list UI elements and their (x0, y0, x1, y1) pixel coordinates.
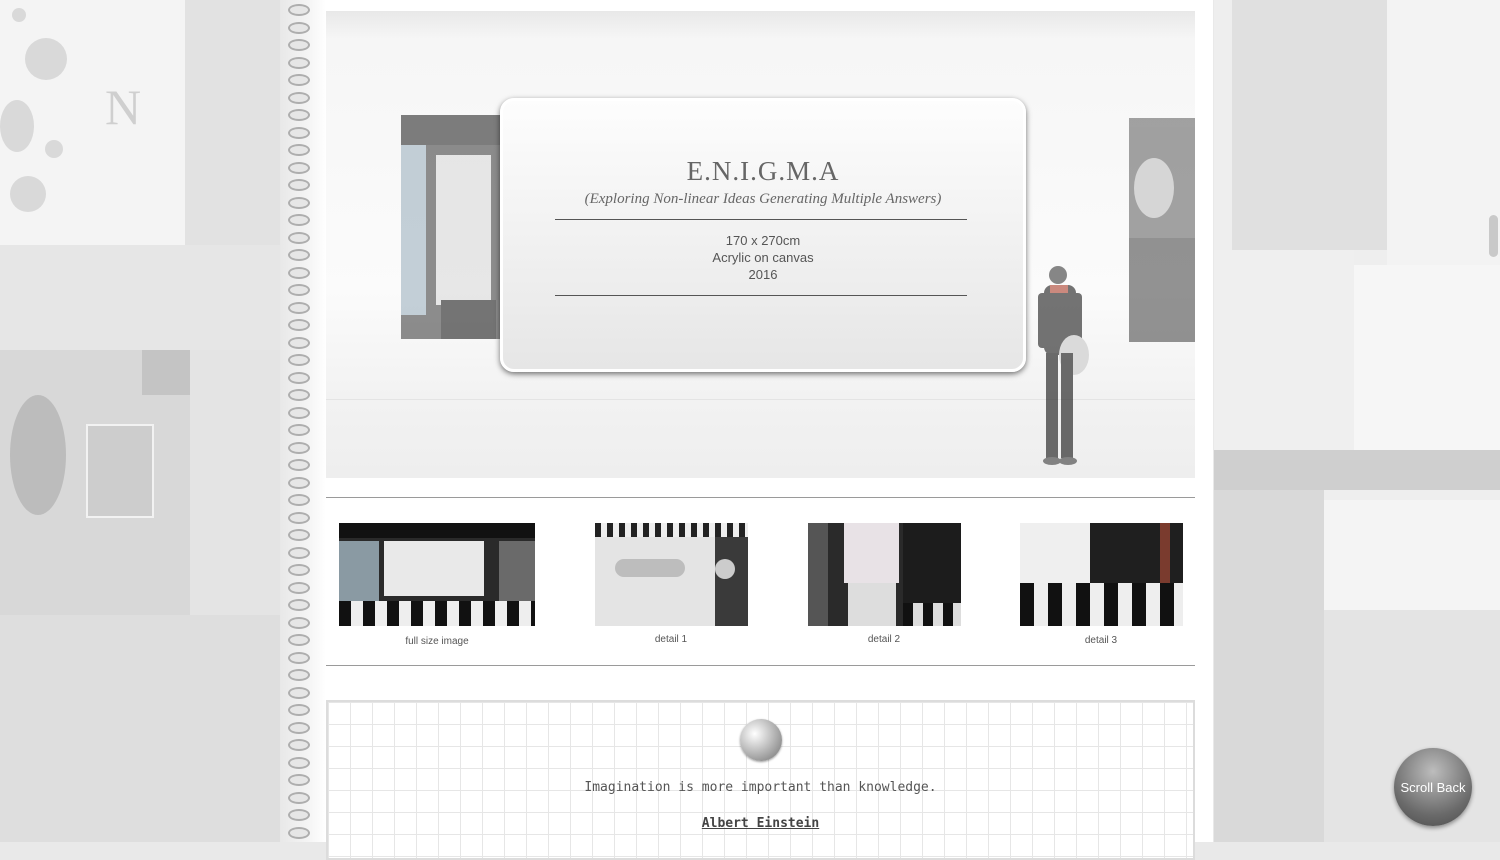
caption-detail-3: detail 3 (1084, 635, 1118, 646)
main-content-page: E.N.I.G.M.A (Exploring Non-linear Ideas … (326, 0, 1213, 860)
binding-ring (288, 336, 310, 349)
binding-ring (288, 581, 310, 594)
thumbnail-detail-2[interactable] (808, 523, 961, 626)
gallery-hero-image: E.N.I.G.M.A (Exploring Non-linear Ideas … (326, 11, 1195, 478)
binding-ring (288, 126, 310, 139)
binding-ring (288, 161, 310, 174)
disco-ball-icon (740, 719, 782, 761)
artwork-year: 2016 (748, 267, 778, 282)
caption-detail-1: detail 1 (654, 634, 688, 645)
binding-ring (288, 826, 310, 839)
quote-text: Imagination is more important than knowl… (584, 780, 937, 795)
binding-ring (288, 774, 310, 786)
card-divider-top (555, 219, 967, 220)
scroll-back-button[interactable]: Scroll Back (1394, 748, 1472, 826)
binding-ring (288, 441, 310, 454)
card-divider-bottom (555, 295, 967, 296)
binding-ring (288, 459, 310, 471)
wall-painting-right (1129, 118, 1195, 342)
binding-ring (288, 756, 310, 769)
divider-top (326, 497, 1195, 498)
binding-ring (288, 196, 310, 209)
artwork-dimensions: 170 x 270cm (725, 233, 801, 248)
binding-ring (288, 389, 310, 401)
divider-bottom (326, 665, 1195, 666)
binding-ring (288, 406, 310, 419)
wall-painting-left (401, 115, 501, 339)
thumbnail-detail-3[interactable] (1020, 523, 1183, 626)
binding-ring (288, 354, 310, 366)
binding-ring (288, 4, 310, 16)
binding-ring (288, 494, 310, 506)
binding-ring (288, 179, 310, 191)
visitor-figure-image (1038, 266, 1089, 465)
binding-ring (288, 686, 310, 699)
binding-ring (288, 529, 310, 541)
binding-ring (288, 56, 310, 69)
binding-ring (288, 721, 310, 734)
binding-ring (288, 109, 310, 121)
artwork-info-card: E.N.I.G.M.A (Exploring Non-linear Ideas … (500, 98, 1026, 372)
binding-ring (288, 476, 310, 489)
artwork-subtitle: (Exploring Non-linear Ideas Generating M… (584, 191, 942, 207)
binding-ring (288, 74, 310, 86)
binding-ring (288, 599, 310, 611)
binding-ring (288, 424, 310, 436)
binding-ring (288, 39, 310, 51)
binding-ring (288, 266, 310, 279)
caption-full-size-image: full size image (405, 636, 469, 647)
binding-ring (288, 669, 310, 681)
binding-ring (288, 371, 310, 384)
binding-ring (288, 511, 310, 524)
binding-ring (288, 214, 310, 226)
left-collage-background: N (0, 0, 280, 842)
binding-ring (288, 284, 310, 296)
binding-ring (288, 249, 310, 261)
quote-author-link[interactable]: Albert Einstein (328, 816, 1193, 831)
binding-ring (288, 616, 310, 629)
binding-ring (288, 809, 310, 821)
background-letter-n: N (105, 79, 142, 135)
thumbnail-detail-1[interactable] (595, 523, 748, 626)
binding-ring (288, 91, 310, 104)
binding-ring (288, 319, 310, 331)
thumbnail-full-size-image[interactable] (339, 523, 535, 626)
artwork-medium: Acrylic on canvas (712, 250, 814, 265)
artwork-title: E.N.I.G.M.A (686, 156, 840, 186)
binding-ring (288, 144, 310, 156)
binding-ring (288, 634, 310, 646)
binding-ring (288, 21, 310, 34)
binding-ring (288, 739, 310, 751)
binding-ring (288, 651, 310, 664)
caption-detail-2: detail 2 (867, 634, 901, 645)
spiral-binding (280, 0, 326, 842)
binding-ring (288, 704, 310, 716)
binding-ring (288, 301, 310, 314)
right-collage-background (1214, 0, 1500, 842)
binding-ring (288, 231, 310, 244)
binding-ring (288, 546, 310, 559)
binding-ring (288, 564, 310, 576)
binding-ring (288, 791, 310, 804)
scrollbar-thumb[interactable] (1489, 215, 1498, 257)
quote-panel: Imagination is more important than knowl… (326, 700, 1195, 860)
